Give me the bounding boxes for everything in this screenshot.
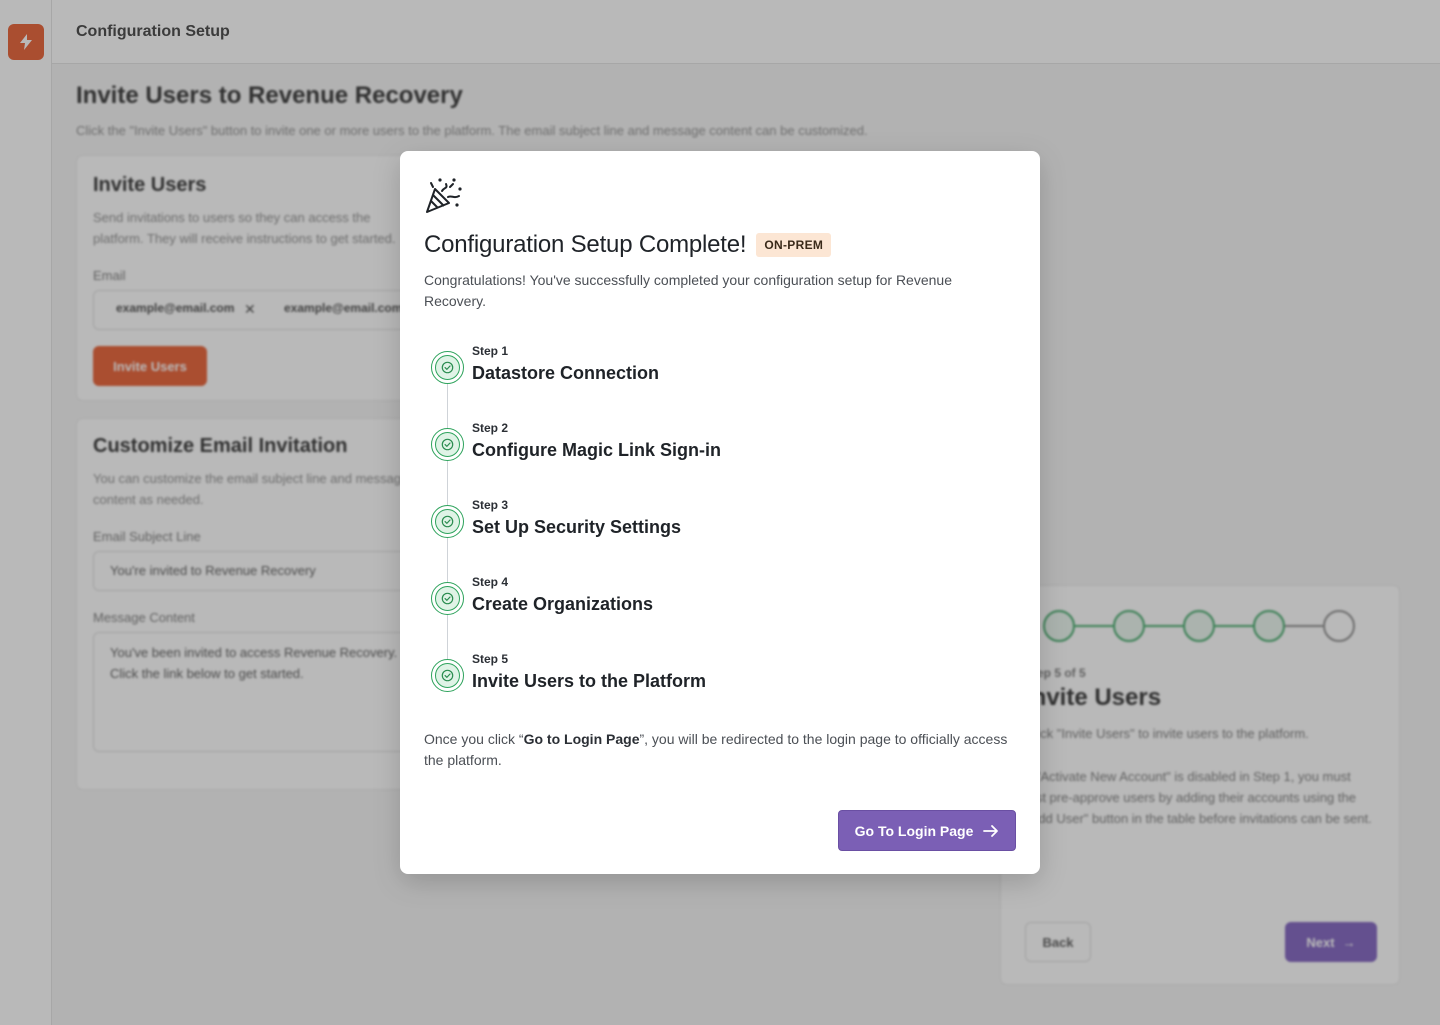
step-item: Step 5 Invite Users to the Platform (424, 651, 1016, 711)
footer-text-pre: Once you click “ (424, 731, 524, 747)
modal-title: Configuration Setup Complete! (424, 231, 747, 258)
check-circle-icon (431, 351, 464, 384)
check-circle-icon (431, 659, 464, 692)
step-item: Step 4 Create Organizations (424, 574, 1016, 634)
step-name: Configure Magic Link Sign-in (472, 440, 721, 460)
go-to-login-button[interactable]: Go To Login Page (838, 810, 1016, 851)
step-item: Step 1 Datastore Connection (424, 343, 1016, 403)
check-circle-icon (431, 582, 464, 615)
go-to-login-label: Go To Login Page (854, 822, 974, 839)
step-number: Step 3 (472, 498, 509, 512)
modal-description: Congratulations! You've successfully com… (424, 272, 952, 309)
step-number: Step 2 (472, 421, 509, 435)
step-name: Invite Users to the Platform (472, 671, 707, 691)
step-number: Step 4 (472, 575, 509, 589)
modal-footer-text: Once you click “Go to Login Page”, you w… (424, 729, 1016, 771)
setup-complete-modal: Configuration Setup Complete! ON-PREM Co… (400, 151, 1040, 874)
step-name: Create Organizations (472, 594, 654, 614)
step-item: Step 3 Set Up Security Settings (424, 497, 1016, 557)
step-number: Step 5 (472, 652, 509, 666)
step-name: Set Up Security Settings (472, 517, 682, 537)
check-circle-icon (431, 505, 464, 538)
step-name: Datastore Connection (472, 363, 660, 383)
modal-title-row: Configuration Setup Complete! ON-PREM (424, 231, 832, 259)
party-popper-icon (426, 178, 462, 213)
on-prem-badge: ON-PREM (756, 233, 832, 257)
footer-text-bold: Go to Login Page (523, 731, 640, 747)
step-number: Step 1 (472, 344, 509, 358)
check-circle-icon (431, 428, 464, 461)
arrow-right-icon (983, 824, 999, 837)
step-item: Step 2 Configure Magic Link Sign-in (424, 420, 1016, 480)
